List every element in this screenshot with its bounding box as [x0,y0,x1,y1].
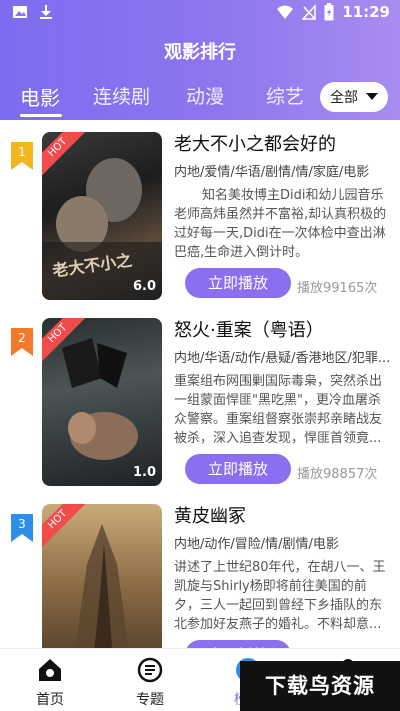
list-item[interactable]: 1 老大不小之 HOT 6.0 老大不小之都会好的 内地/爱情/华语/剧情/情/… [0,120,400,306]
status-time: 11:29 [342,3,390,21]
filter-dropdown-label: 全部 [330,90,358,106]
movie-tags: 内地/华语/动作/悬疑/香港地区/犯罪... [174,351,391,366]
home-icon [39,659,61,681]
caret-down-icon [366,93,378,100]
movie-description: 讲述了上世纪80年代，在胡八一、王凯旋与Shirly杨即将前往美国的前夕，三人一… [174,560,386,632]
topics-icon [137,657,163,683]
list-item[interactable]: 2 HOT 1.0 怒火·重案（粤语） 内地/华语/动作/悬疑/香港地区/犯罪.… [0,306,400,492]
download-notification-icon [40,5,52,19]
battery-icon [324,3,334,21]
tab-movie[interactable]: 电影 [20,82,60,111]
movie-description: 重案组布网围剿国际毒枭，突然杀出一组蒙面悍匪"黑吃黑"，更冷血屠杀众警察。重案组… [174,374,383,446]
tab-series[interactable]: 连续剧 [93,82,150,109]
no-signal-icon [302,4,316,20]
page-title: 观影排行 [164,42,236,63]
movie-description: 知名美妆博主Didi和幼儿园音乐老师高炜虽然并不富裕,却认真积极的过好每一天,D… [174,188,387,260]
movie-title[interactable]: 黄皮幽冢 [174,502,394,528]
play-now-button[interactable]: 立即播放 [185,454,291,484]
rank-number: 3 [18,517,26,531]
movie-tags: 内地/爱情/华语/剧情/情/家庭/电影 [174,165,370,180]
watermark-logo: 下载鸟资源 [240,661,400,711]
nav-home-label: 首页 [36,692,64,708]
nav-topics-label: 专题 [136,692,164,708]
list-item[interactable]: 3 HOT 黄皮幽冢 内地/动作/冒险/情/剧情/电影 讲述了上世纪80年代，在… [0,492,400,648]
filter-dropdown[interactable]: 全部 [320,82,388,112]
movie-title[interactable]: 老大不小之都会好的 [174,130,394,156]
ranking-list: 1 老大不小之 HOT 6.0 老大不小之都会好的 内地/爱情/华语/剧情/情/… [0,120,400,648]
movie-poster[interactable]: HOT 1.0 [42,318,162,486]
movie-tags: 内地/动作/冒险/情/剧情/电影 [174,537,339,552]
image-notification-icon [13,6,27,18]
tab-variety[interactable]: 综艺 [266,82,304,109]
movie-poster[interactable]: HOT [42,504,162,648]
tab-anime[interactable]: 动漫 [186,82,224,109]
play-now-button[interactable]: 立即播放 [185,268,291,298]
wifi-icon [277,5,294,19]
header: 11:29 观影排行 电影 连续剧 动漫 综艺 全部 [0,0,400,120]
rank-number: 1 [18,145,26,159]
nav-home[interactable]: 首页 [20,657,80,709]
movie-poster[interactable]: 老大不小之 HOT 6.0 [42,132,162,300]
score: 1.0 [132,465,156,480]
status-bar: 11:29 [0,0,400,28]
active-tab-indicator [20,114,62,117]
nav-topics[interactable]: 专题 [120,657,180,709]
play-count: 播放98857次 [297,467,378,482]
score: 6.0 [132,279,156,294]
movie-title[interactable]: 怒火·重案（粤语） [174,316,394,342]
rank-number: 2 [18,331,26,345]
play-count: 播放99165次 [297,281,378,296]
play-now-button[interactable]: 立即播放 [185,640,291,648]
